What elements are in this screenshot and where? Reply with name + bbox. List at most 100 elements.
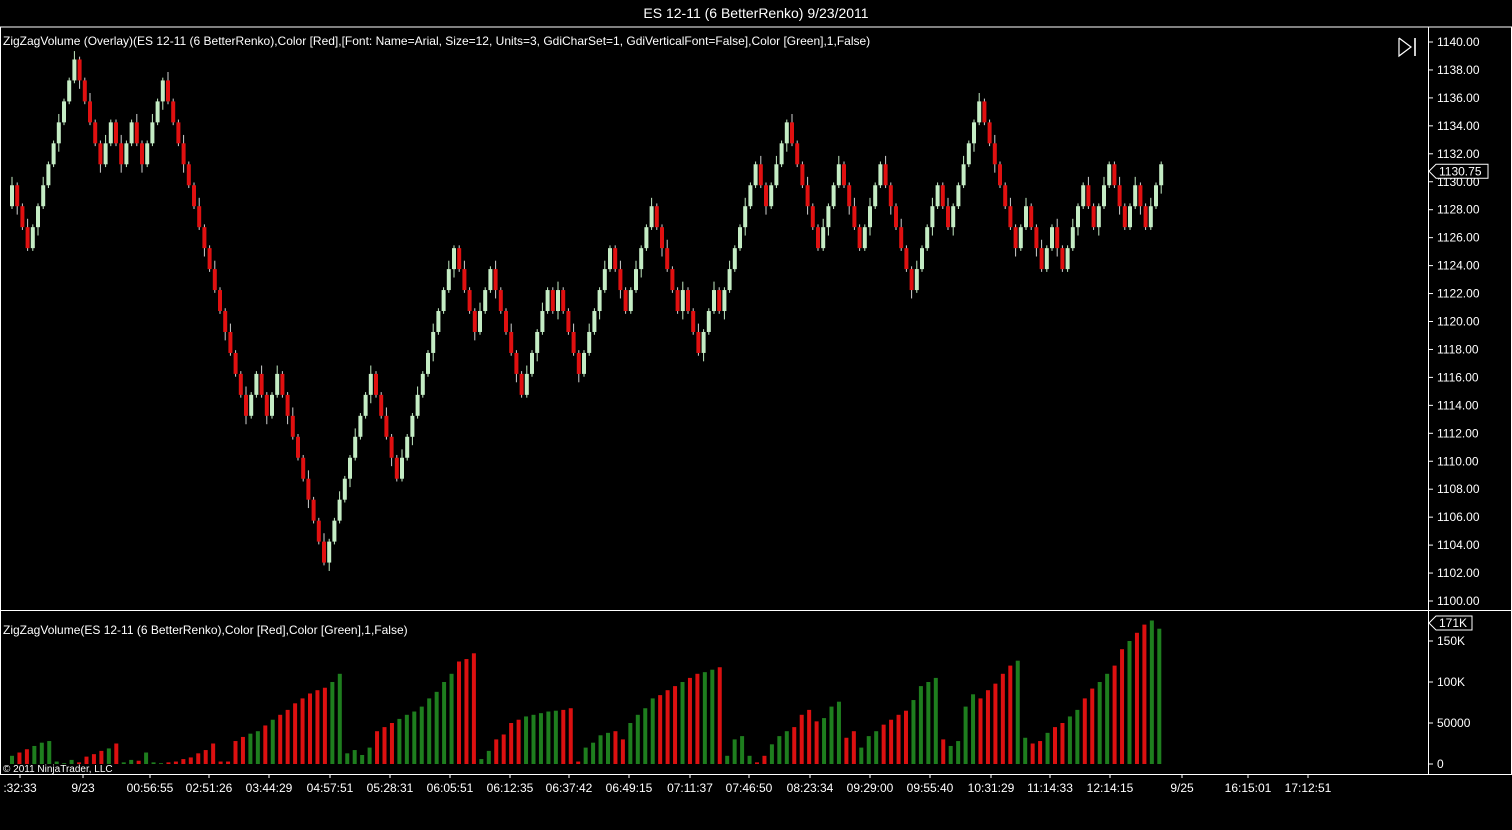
volume-bar <box>1082 698 1087 764</box>
candle <box>186 164 191 186</box>
candle <box>1065 248 1070 270</box>
candle <box>389 436 394 458</box>
candle <box>478 311 482 332</box>
candle <box>441 290 446 312</box>
time-tick-label: 06:37:42 <box>546 781 593 795</box>
candle <box>56 122 61 144</box>
volume-bar <box>1134 632 1139 764</box>
candle <box>280 373 285 395</box>
candle <box>556 290 560 312</box>
volume-bar <box>1127 641 1132 764</box>
candle <box>618 269 623 291</box>
candle <box>748 185 753 207</box>
volume-bar <box>1105 673 1110 764</box>
candle <box>982 101 987 123</box>
candle <box>457 248 462 270</box>
candle <box>920 248 924 270</box>
candle <box>935 185 940 207</box>
candle <box>46 164 51 186</box>
candle <box>1050 227 1054 249</box>
price-tick-label: 1128.00 <box>1437 203 1480 217</box>
candle <box>675 290 680 312</box>
candle <box>764 185 768 207</box>
candle <box>686 290 690 312</box>
candle <box>597 290 602 312</box>
volume-bar <box>449 673 454 764</box>
volume-bar <box>769 744 774 764</box>
volume-axis: 0 50000 100K 150K <box>1428 634 1471 771</box>
candle <box>946 206 950 228</box>
candle <box>384 415 389 437</box>
price-tick-label: 1120.00 <box>1437 315 1480 329</box>
candle <box>342 478 347 500</box>
volume-bar <box>1000 673 1005 764</box>
time-tick-label: 9/23 <box>71 781 95 795</box>
candle <box>696 331 701 353</box>
candle <box>613 248 618 270</box>
volume-bar <box>337 673 342 764</box>
volume-bar <box>494 739 499 764</box>
candle <box>1102 185 1106 207</box>
volume-bar <box>583 747 588 764</box>
volume-bar <box>561 709 566 764</box>
candle <box>514 352 519 374</box>
volume-bar <box>613 731 618 764</box>
volume-bar <box>755 762 759 764</box>
candle <box>644 227 649 249</box>
time-tick-label: 16:15:01 <box>1225 781 1272 795</box>
volume-bar <box>434 691 439 764</box>
volume-bar <box>829 706 834 764</box>
candle <box>743 206 748 228</box>
candle <box>712 290 716 312</box>
candle <box>488 269 493 291</box>
candle <box>166 80 170 102</box>
volume-bar <box>1097 682 1102 764</box>
candle <box>316 520 321 542</box>
skip-to-end-icon[interactable] <box>1396 36 1420 58</box>
candle <box>119 143 124 165</box>
candle <box>504 311 508 332</box>
candle <box>483 290 488 312</box>
candle <box>405 436 410 458</box>
candle <box>660 227 664 249</box>
volume-bar <box>702 672 707 764</box>
volume-bar <box>836 701 841 764</box>
volume-bar <box>658 695 663 764</box>
volume-bar <box>710 669 715 764</box>
candle <box>290 415 295 437</box>
candle <box>795 143 800 165</box>
candle <box>124 143 129 165</box>
candle <box>649 206 654 228</box>
candle <box>103 143 108 165</box>
time-tick-label: 09:55:40 <box>907 781 954 795</box>
volume-bar <box>486 750 491 764</box>
volume-bar <box>531 714 536 764</box>
volume-bar <box>84 756 89 764</box>
candle <box>888 185 893 207</box>
time-tick-label: 10:31:29 <box>968 781 1015 795</box>
candle <box>925 227 930 249</box>
candle <box>181 143 186 165</box>
candle <box>1107 164 1112 186</box>
candle <box>904 248 909 270</box>
price-tick-label: 1112.00 <box>1437 426 1479 440</box>
candle <box>160 80 165 102</box>
volume-bar <box>725 755 730 764</box>
volume-bar <box>881 724 886 764</box>
candle <box>1055 227 1060 249</box>
volume-bar <box>643 708 648 764</box>
volume-tick-label: 0 <box>1437 757 1444 771</box>
volume-bar <box>1015 660 1020 764</box>
candle <box>862 227 867 249</box>
candle <box>810 206 815 228</box>
candle <box>436 311 441 332</box>
volume-bar <box>687 677 692 764</box>
candle <box>571 331 576 353</box>
volume-bar <box>375 731 380 764</box>
volume-bar <box>188 757 193 764</box>
candle <box>25 227 30 249</box>
candle <box>1013 227 1018 249</box>
candle <box>238 373 243 395</box>
volume-bar <box>1112 665 1117 764</box>
volume-bar <box>628 723 633 764</box>
